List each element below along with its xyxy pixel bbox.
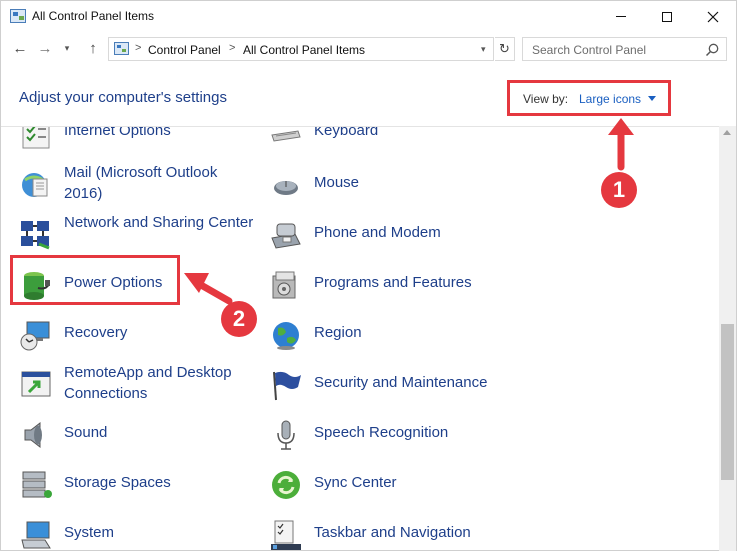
item-sound[interactable]: Sound <box>19 412 259 458</box>
view-by-label: View by: <box>523 92 569 106</box>
forward-button[interactable]: → <box>35 38 55 58</box>
item-label: Security and Maintenance <box>314 374 488 391</box>
item-network-sharing[interactable]: Network and Sharing Center <box>19 212 259 258</box>
item-label: Phone and Modem <box>314 224 441 241</box>
content-header: Adjust your computer's settings View by:… <box>1 66 736 126</box>
control-panel-window: All Control Panel Items ← → ▾ ↑ > Contro… <box>0 0 737 551</box>
refresh-button[interactable]: ↻ <box>495 37 515 61</box>
item-label: Speech Recognition <box>314 424 449 441</box>
item-label: Taskbar and Navigation <box>314 524 471 541</box>
search-placeholder: Search Control Panel <box>532 43 647 57</box>
item-storage-spaces[interactable]: Storage Spaces <box>19 462 259 508</box>
back-button[interactable]: ← <box>10 38 30 58</box>
item-mouse[interactable]: Mouse <box>269 162 509 208</box>
close-icon <box>707 11 719 22</box>
mail-icon <box>22 173 48 197</box>
title-bar: All Control Panel Items <box>1 1 736 32</box>
taskbar-icon <box>271 520 301 550</box>
view-by-dropdown[interactable]: Large icons <box>579 92 641 106</box>
minimize-icon <box>616 16 626 17</box>
storage-icon <box>22 471 52 498</box>
mouse-icon <box>274 181 298 195</box>
item-taskbar-navigation[interactable]: Taskbar and Navigation <box>269 512 509 551</box>
breadcrumb-separator: > <box>229 42 236 54</box>
phone-icon <box>271 223 301 249</box>
navigation-bar: ← → ▾ ↑ > Control Panel > All Control Pa… <box>1 32 736 66</box>
item-system[interactable]: System <box>19 512 259 551</box>
security-flag-icon <box>273 371 301 401</box>
minimize-button[interactable] <box>598 1 644 32</box>
item-label: Network and Sharing Center <box>64 214 254 231</box>
scroll-thumb[interactable] <box>721 324 734 480</box>
item-label: RemoteApp and Desktop Connections <box>64 364 232 402</box>
sound-icon <box>24 421 42 449</box>
item-speech-recognition[interactable]: Speech Recognition <box>269 412 509 458</box>
system-icon <box>21 521 51 549</box>
internet-options-icon <box>22 127 50 149</box>
microphone-icon <box>277 420 295 450</box>
item-mail[interactable]: Mail (Microsoft Outlook 2016) <box>19 162 259 208</box>
item-label: Programs and Features <box>314 274 472 291</box>
address-bar[interactable]: > Control Panel > All Control Panel Item… <box>108 37 494 61</box>
keyboard-icon <box>271 130 301 142</box>
sync-icon <box>272 471 300 499</box>
window-title: All Control Panel Items <box>32 9 155 23</box>
item-internet-options[interactable]: Internet Options <box>19 126 259 157</box>
item-label: Region <box>314 324 362 341</box>
item-programs-features[interactable]: Programs and Features <box>269 262 509 308</box>
item-label: Sound <box>64 424 108 441</box>
recovery-icon <box>20 321 50 351</box>
item-phone-modem[interactable]: Phone and Modem <box>269 212 509 258</box>
page-title: Adjust your computer's settings <box>19 89 227 106</box>
search-icon[interactable] <box>704 42 720 58</box>
close-button[interactable] <box>690 1 736 32</box>
recent-locations-button[interactable]: ▾ <box>60 38 74 58</box>
vertical-scrollbar[interactable] <box>719 126 736 551</box>
breadcrumb-control-panel[interactable]: Control Panel <box>148 43 221 57</box>
search-input[interactable]: Search Control Panel <box>522 37 727 61</box>
chevron-down-icon[interactable] <box>648 96 656 101</box>
item-label: System <box>64 524 115 541</box>
address-dropdown-icon[interactable]: ▾ <box>481 44 486 55</box>
maximize-button[interactable] <box>644 1 690 32</box>
up-button[interactable]: ↑ <box>83 38 103 58</box>
control-panel-icon <box>10 9 26 23</box>
programs-icon <box>272 271 296 299</box>
item-label: Mail (Microsoft Outlook 2016) <box>64 164 218 202</box>
item-keyboard[interactable]: Keyboard <box>269 126 509 157</box>
item-security-maintenance[interactable]: Security and Maintenance <box>269 362 509 408</box>
breadcrumb-separator: > <box>135 42 142 54</box>
control-panel-icon <box>114 42 129 55</box>
power-options-highlight <box>10 255 180 305</box>
step-badge-2: 2 <box>221 301 257 337</box>
item-label: Sync Center <box>314 474 397 491</box>
item-region[interactable]: Region <box>269 312 509 358</box>
view-by-highlight: View by: Large icons <box>507 80 671 116</box>
remoteapp-icon <box>21 371 51 397</box>
item-label: Storage Spaces <box>64 474 171 491</box>
maximize-icon <box>662 11 672 22</box>
network-icon <box>21 221 50 250</box>
region-icon <box>273 322 299 350</box>
scroll-up-icon[interactable] <box>723 130 731 135</box>
breadcrumb-all-items[interactable]: All Control Panel Items <box>243 43 365 57</box>
item-remoteapp[interactable]: RemoteApp and Desktop Connections <box>19 362 259 408</box>
item-label: Keyboard <box>314 126 379 139</box>
item-sync-center[interactable]: Sync Center <box>269 462 509 508</box>
step-badge-1: 1 <box>601 172 637 208</box>
item-label: Mouse <box>314 174 360 191</box>
item-label: Internet Options <box>64 126 171 139</box>
